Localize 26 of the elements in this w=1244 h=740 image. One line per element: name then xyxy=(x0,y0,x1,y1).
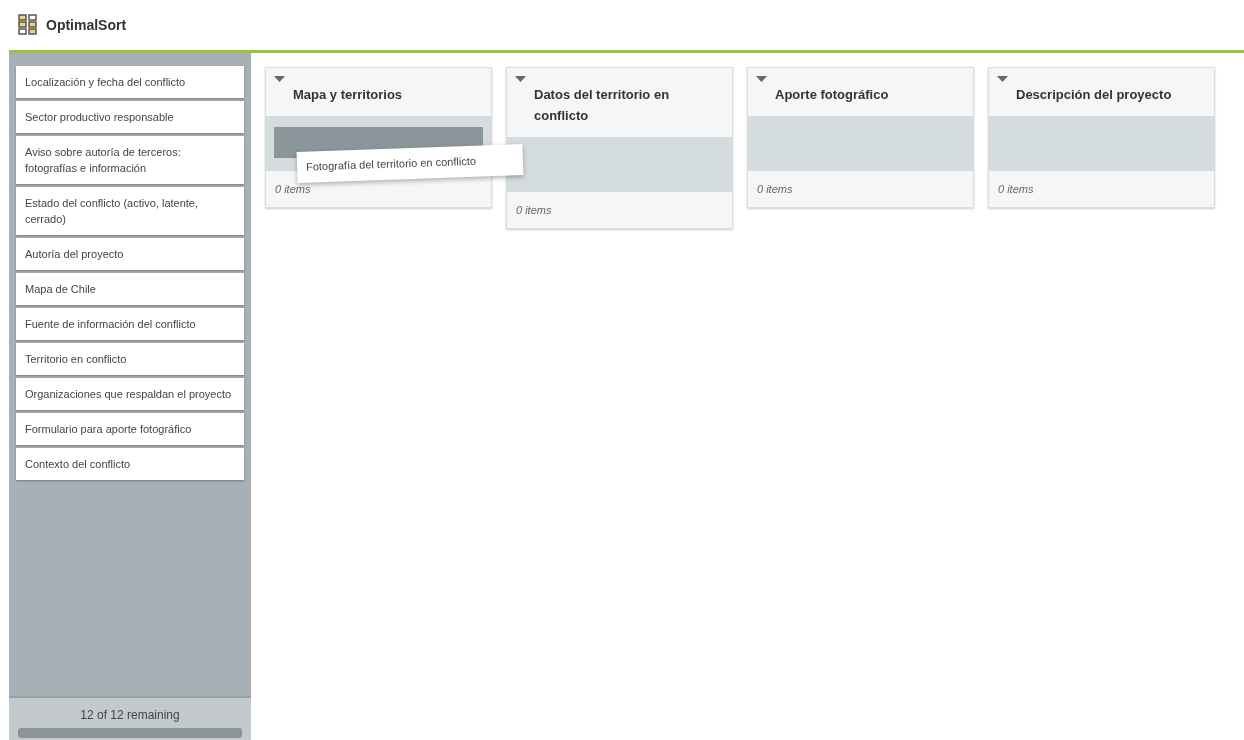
card-item[interactable]: Estado del conflicto (activo, latente, cerrado) xyxy=(16,187,244,235)
card-item[interactable]: Localización y fecha del conflicto xyxy=(16,66,244,98)
category-title: Datos del territorio en conflicto xyxy=(534,86,671,125)
card-item[interactable]: Sector productivo responsable xyxy=(16,101,244,133)
card-item[interactable]: Fuente de información del conflicto xyxy=(16,308,244,340)
category-title: Mapa y territorios xyxy=(293,86,403,104)
item-count: 0 items xyxy=(275,181,311,197)
collapse-caret-icon[interactable] xyxy=(274,76,285,82)
card-item[interactable]: Organizaciones que respaldan el proyecto xyxy=(16,378,244,410)
item-count: 0 items xyxy=(757,181,793,197)
card-item[interactable]: Aviso sobre autoría de terceros: fotografías e información xyxy=(16,136,244,184)
app-name: OptimalSort xyxy=(46,15,127,35)
card-item[interactable]: Contexto del conflicto xyxy=(16,448,244,480)
card-item[interactable]: Formulario para aporte fotográfico xyxy=(16,413,244,445)
category-title: Aporte fotográfico xyxy=(775,86,889,104)
remaining-count: 12 of 12 remaining xyxy=(80,707,180,724)
item-count: 0 items xyxy=(998,181,1034,197)
collapse-caret-icon[interactable] xyxy=(515,76,526,82)
item-count: 0 items xyxy=(516,202,552,218)
category-title: Descripción del proyecto xyxy=(1016,86,1172,104)
card-item[interactable]: Territorio en conflicto xyxy=(16,343,244,375)
card-item[interactable]: Autoría del proyecto xyxy=(16,238,244,270)
collapse-caret-icon[interactable] xyxy=(997,76,1008,82)
logo-icon xyxy=(18,14,38,36)
collapse-caret-icon[interactable] xyxy=(756,76,767,82)
card-item[interactable]: Mapa de Chile xyxy=(16,273,244,305)
